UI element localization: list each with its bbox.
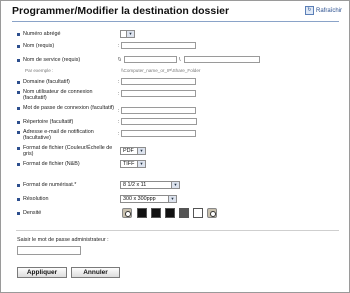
format-couleur-value: PDF [123, 148, 134, 154]
bullet-icon [17, 59, 20, 62]
nom-service-label: Nom de service (requis) [23, 57, 81, 63]
bullet-icon [17, 33, 20, 36]
nom-service-path-input[interactable] [184, 56, 260, 63]
chevron-down-icon: ▼ [126, 31, 134, 37]
repertoire-label: Répertoire (facultatif) [23, 119, 74, 125]
domaine-input[interactable] [121, 78, 196, 85]
darker-icon [210, 211, 216, 217]
example-label: Par exemple : [25, 68, 54, 73]
density-level-2[interactable] [151, 208, 161, 218]
title-divider [12, 21, 339, 22]
bullet-icon [17, 163, 20, 166]
mot-de-passe-label: Mot de passe de connexion (facultatif) [23, 105, 115, 111]
admin-password-label: Saisir le mot de passe administrateur : [17, 237, 109, 243]
apply-button[interactable]: Appliquer [17, 267, 67, 278]
nom-label: Nom (requis) [23, 43, 55, 49]
resolution-select[interactable]: 300 x 300ppp ▼ [120, 195, 177, 203]
format-nb-value: TIFF [123, 161, 135, 167]
repertoire-input[interactable] [121, 118, 197, 125]
refresh-label: Rafraîchir [316, 7, 343, 14]
format-nb-label: Format de fichier (N&B) [23, 161, 80, 167]
dialog-frame: Programmer/Modifier la destination dossi… [0, 0, 350, 293]
bullet-icon [17, 212, 20, 215]
refresh-icon: ↻ [305, 6, 314, 15]
densite-label: Densité [23, 210, 42, 216]
cancel-button[interactable]: Annuler [71, 267, 120, 278]
bullet-icon [17, 45, 20, 48]
utilisateur-label: Nom utilisateur de connexion (facultatif… [23, 89, 93, 102]
page-title: Programmer/Modifier la destination dossi… [12, 5, 230, 17]
bullet-icon [17, 91, 20, 94]
domaine-label: Domaine (facultatif) [23, 79, 70, 85]
bullet-icon [17, 131, 20, 134]
numero-abrege-label: Numéro abrégé [23, 31, 61, 37]
chevron-down-icon: ▼ [137, 148, 145, 154]
density-level-1[interactable] [137, 208, 147, 218]
bullet-icon [17, 184, 20, 187]
nom-input[interactable] [121, 42, 196, 49]
chevron-down-icon: ▼ [137, 161, 145, 167]
resolution-label: Résolution [23, 196, 49, 202]
bullet-icon [17, 121, 20, 124]
format-numerisation-label: Format de numérisat.* [23, 182, 77, 188]
format-couleur-select[interactable]: PDF ▼ [120, 147, 146, 155]
format-couleur-label: Format de fichier (Couleur/Échelle de gr… [23, 145, 113, 158]
nom-service-host-input[interactable] [124, 56, 177, 63]
bullet-icon [17, 147, 20, 150]
bullet-icon [17, 107, 20, 110]
density-level-3[interactable] [165, 208, 175, 218]
chevron-down-icon: ▼ [168, 196, 176, 202]
mot-de-passe-input[interactable] [121, 107, 196, 114]
format-numerisation-select[interactable]: 8 1/2 x 11 ▼ [120, 181, 180, 189]
email-notif-label: Adresse e-mail de notification (facultat… [23, 129, 94, 142]
density-level-5[interactable] [193, 208, 203, 218]
density-lighter-button[interactable] [122, 208, 132, 218]
format-numerisation-value: 8 1/2 x 11 [123, 182, 147, 188]
admin-password-input[interactable] [17, 246, 81, 255]
nom-service-prefix: \\ [118, 57, 121, 63]
density-darker-button[interactable] [207, 208, 217, 218]
chevron-down-icon: ▼ [171, 182, 179, 188]
bullet-icon [17, 198, 20, 201]
email-notif-input[interactable] [121, 130, 196, 137]
format-nb-select[interactable]: TIFF ▼ [120, 160, 146, 168]
resolution-value: 300 x 300ppp [123, 196, 156, 202]
utilisateur-input[interactable] [121, 90, 196, 97]
lighter-icon [125, 211, 131, 217]
section-divider [16, 230, 339, 231]
refresh-link[interactable]: ↻ Rafraîchir [305, 6, 342, 15]
example-value: \\Computer_name_or_IP\Share_Folder [121, 68, 201, 73]
bullet-icon [17, 81, 20, 84]
density-level-4[interactable] [179, 208, 189, 218]
numero-abrege-select[interactable]: ▼ [120, 30, 135, 38]
